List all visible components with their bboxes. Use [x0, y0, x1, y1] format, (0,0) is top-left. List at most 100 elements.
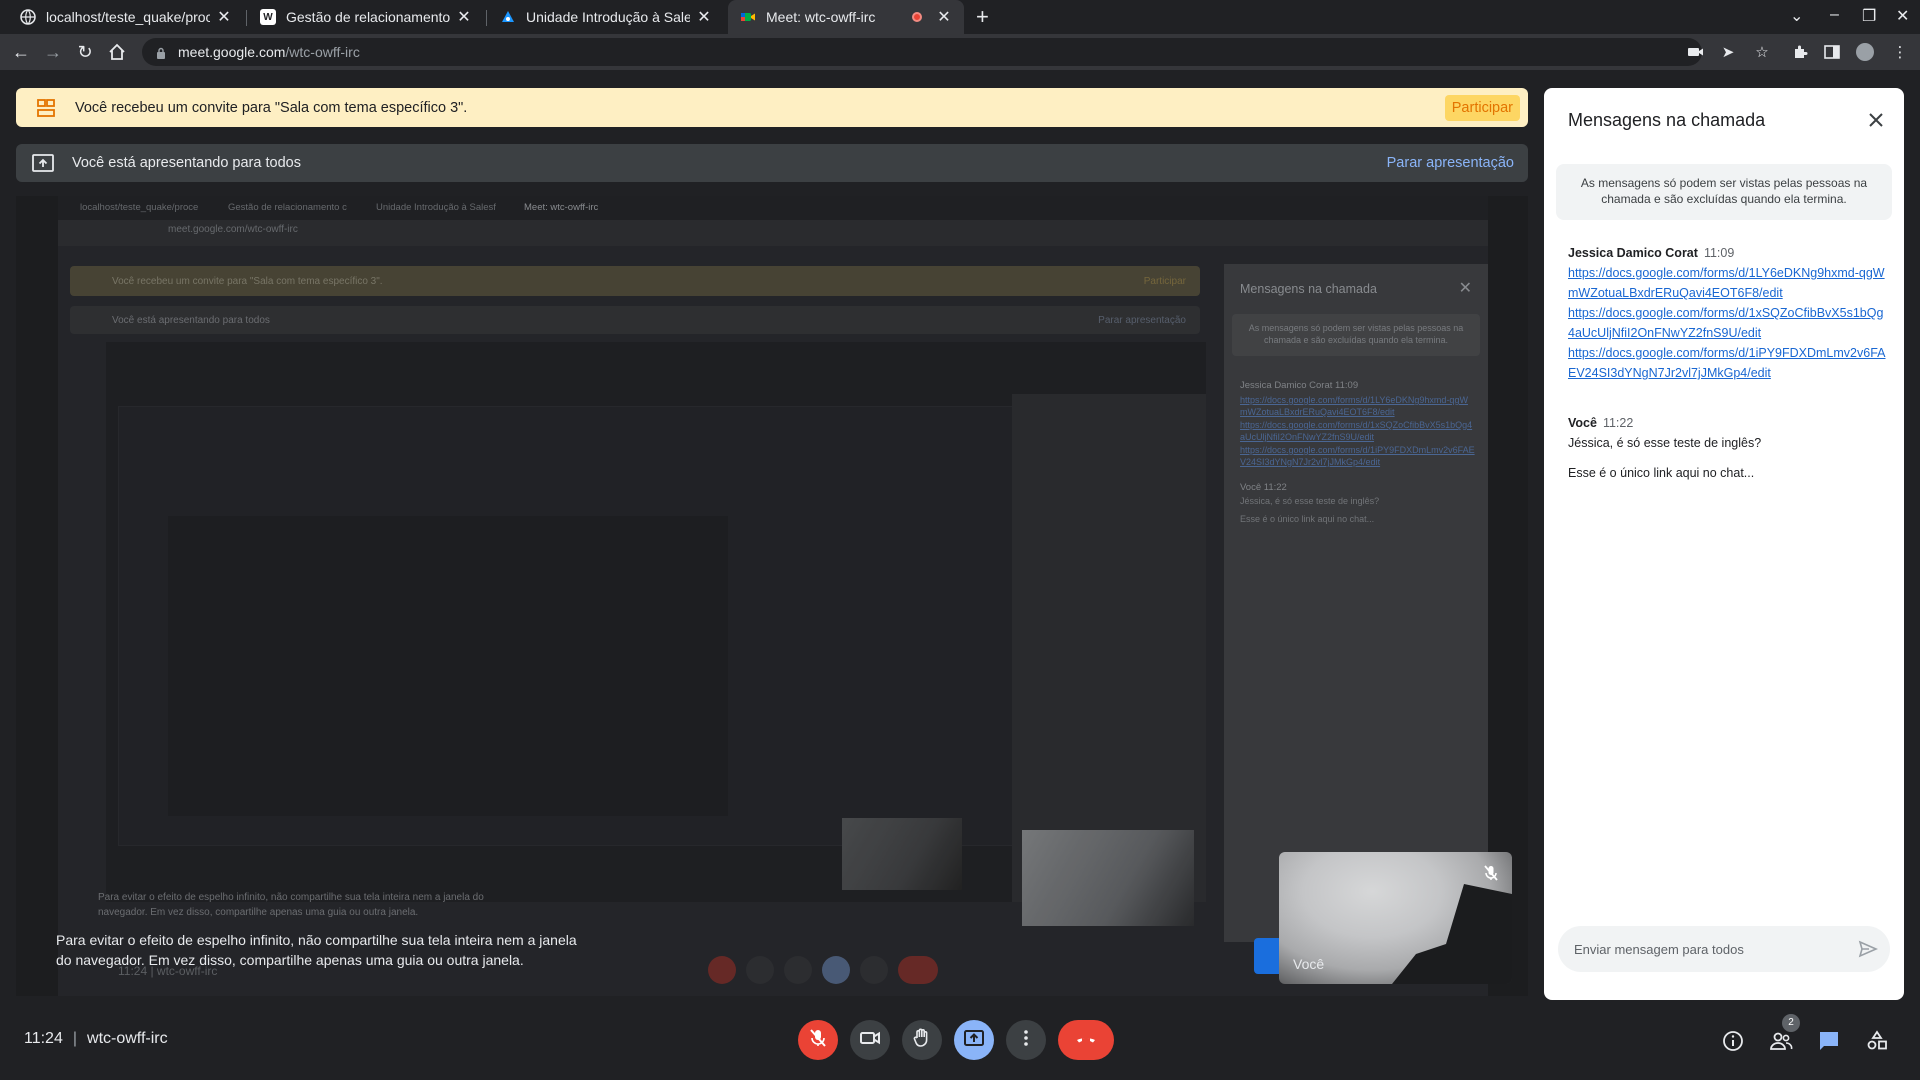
forward-icon[interactable]: →	[42, 41, 64, 63]
send-tab-icon[interactable]: ➤	[1718, 42, 1738, 62]
hand-icon	[911, 1027, 933, 1054]
close-tab-icon[interactable]: ✕	[696, 7, 712, 27]
chat-title: Mensagens na chamada	[1568, 110, 1766, 130]
new-tab-button[interactable]: +	[976, 4, 989, 30]
mirror-more-control	[860, 956, 888, 984]
meeting-details-icon[interactable]	[1720, 1028, 1746, 1054]
browser-tab-salesforce[interactable]: Unidade Introdução à Salesfo ✕	[488, 0, 724, 34]
tab-divider	[486, 10, 487, 26]
close-tab-icon[interactable]: ✕	[936, 7, 952, 27]
presenting-text: Você está apresentando para todos	[72, 155, 301, 171]
mirror-controls	[708, 956, 938, 990]
browser-toolbar: ← → ↻ meet.google.com/wtc-owff-irc ➤ ☆ ⋮	[0, 34, 1920, 70]
camera-button[interactable]	[850, 1020, 890, 1060]
address-bar[interactable]: meet.google.com/wtc-owff-irc	[142, 38, 1702, 66]
raise-hand-button[interactable]	[902, 1020, 942, 1060]
infinite-mirror-warning: Para evitar o efeito de espelho infinito…	[56, 930, 656, 970]
recording-indicator-icon	[912, 12, 922, 22]
chat-message-link[interactable]: https://docs.google.com/forms/d/1iPY9FDX…	[1568, 343, 1888, 383]
browser-tab-gestao[interactable]: W Gestão de relacionamento co ✕	[248, 0, 484, 34]
join-button[interactable]: Participar	[1444, 94, 1520, 121]
chat-message-text: Jéssica, é só esse teste de inglês?	[1568, 436, 1762, 450]
mirror-chat-line: Jéssica, é só esse teste de inglês?	[1240, 496, 1380, 506]
leave-call-button[interactable]	[1058, 1020, 1114, 1060]
mirror-chat-link: https://docs.google.com/forms/d/1iPY9FDX…	[1240, 445, 1475, 467]
mic-off-icon	[807, 1027, 829, 1054]
mirror-hand-control	[784, 956, 812, 984]
browser-tab-localhost[interactable]: localhost/teste_quake/proces ✕	[8, 0, 244, 34]
send-icon[interactable]	[1858, 939, 1878, 959]
mirror-chat-author: Jessica Damico Corat 11:09	[1240, 380, 1359, 391]
more-vert-icon	[1015, 1027, 1037, 1054]
tab-title: Meet: wtc-owff-irc	[766, 9, 876, 25]
close-tab-icon[interactable]: ✕	[456, 7, 472, 27]
chat-message-link[interactable]: https://docs.google.com/forms/d/1xSQZoCf…	[1568, 303, 1888, 343]
mirror-chat-author: Você 11:22	[1240, 482, 1287, 493]
video-shadow	[1392, 884, 1512, 984]
browser-tabstrip: localhost/teste_quake/proces ✕ W Gestão …	[0, 0, 1920, 34]
chat-message-input[interactable]: Enviar mensagem para todos	[1558, 926, 1890, 972]
video-camera-icon	[859, 1027, 881, 1054]
mirror-chat-title: Mensagens na chamada	[1240, 282, 1377, 296]
more-options-button[interactable]	[1006, 1020, 1046, 1060]
mirror-inner-tile	[842, 818, 962, 890]
camera-in-use-icon[interactable]	[1686, 42, 1706, 62]
chat-panel: Mensagens na chamada As mensagens só pod…	[1544, 88, 1904, 1000]
mirror-tab: Meet: wtc-owff-irc	[524, 202, 599, 213]
bookmark-star-icon[interactable]: ☆	[1752, 42, 1772, 62]
self-name-label: Você	[1293, 956, 1325, 972]
restore-window-icon[interactable]: ❐	[1862, 6, 1876, 26]
message-header: Você 11:22	[1568, 416, 1888, 430]
mirror-screen: localhost/teste_quake/proce Gestão de re…	[58, 196, 1488, 996]
present-now-button[interactable]	[954, 1020, 994, 1060]
mirror-inner-chat	[1012, 394, 1206, 902]
mirror-join: Participar	[1143, 276, 1186, 287]
mirror-toolbar: meet.google.com/wtc-owff-irc	[58, 220, 1488, 246]
message-author: Jessica Damico Corat	[1568, 246, 1698, 260]
tab-title: localhost/teste_quake/proces	[46, 9, 210, 25]
chat-input-placeholder: Enviar mensagem para todos	[1574, 941, 1744, 957]
close-window-icon[interactable]: ✕	[1896, 6, 1909, 26]
browser-menu-icon[interactable]: ⋮	[1890, 42, 1910, 62]
back-icon[interactable]: ←	[10, 41, 32, 63]
chat-message-text: Esse é o único link aqui no chat...	[1568, 466, 1755, 480]
tab-title: Unidade Introdução à Salesfo	[526, 9, 690, 25]
chat-icon[interactable]	[1816, 1028, 1842, 1054]
w-icon: W	[260, 9, 276, 25]
close-tab-icon[interactable]: ✕	[216, 7, 232, 27]
mirror-stop: Parar apresentação	[1098, 315, 1186, 326]
close-chat-icon[interactable]	[1864, 108, 1888, 132]
mirror-chat-link: https://docs.google.com/forms/d/1LY6eDKN…	[1240, 395, 1468, 417]
stop-presenting-button[interactable]: Parar apresentação	[1387, 155, 1514, 171]
extensions-icon[interactable]	[1790, 42, 1810, 62]
reload-icon[interactable]: ↻	[74, 41, 96, 63]
mirror-mic-control	[708, 956, 736, 984]
mirror-chat-link: https://docs.google.com/forms/d/1xSQZoCf…	[1240, 420, 1473, 442]
meeting-time: 11:24	[24, 1030, 63, 1047]
profile-avatar-icon[interactable]	[1856, 43, 1874, 61]
rooms-icon	[37, 98, 55, 117]
mirror-inner-stage-3	[168, 516, 728, 816]
minimize-window-icon[interactable]: –	[1830, 6, 1839, 24]
mirror-cam-control	[746, 956, 774, 984]
chat-message-group: Você 11:22 Jéssica, é só esse teste de in…	[1568, 416, 1888, 493]
browser-tab-meet[interactable]: Meet: wtc-owff-irc ✕	[728, 0, 964, 34]
self-video-tile[interactable]: Você	[1279, 852, 1512, 984]
mirror-invite-text: Você recebeu um convite para "Sala com t…	[112, 276, 383, 287]
message-time: 11:22	[1602, 416, 1634, 430]
chat-message-link[interactable]: https://docs.google.com/forms/d/1LY6eDKN…	[1568, 263, 1888, 303]
tab-search-icon[interactable]: ⌄	[1790, 6, 1803, 26]
warning-line-1: Para evitar o efeito de espelho infinito…	[56, 932, 577, 948]
tab-divider	[246, 10, 247, 26]
meeting-code: wtc-owff-irc	[87, 1030, 168, 1047]
home-icon[interactable]	[106, 41, 128, 63]
globe-icon	[20, 9, 36, 25]
chat-message-group: Jessica Damico Corat 11:09 https://docs.g…	[1568, 246, 1888, 383]
microphone-button[interactable]	[798, 1020, 838, 1060]
mirror-present-control	[822, 956, 850, 984]
mirror-invite: Você recebeu um convite para "Sala com t…	[70, 266, 1200, 296]
side-panel-icon[interactable]	[1822, 42, 1842, 62]
presenting-banner: Você está apresentando para todos Parar …	[16, 144, 1528, 182]
activities-icon[interactable]	[1864, 1028, 1890, 1054]
participants-count-badge: 2	[1782, 1014, 1800, 1032]
